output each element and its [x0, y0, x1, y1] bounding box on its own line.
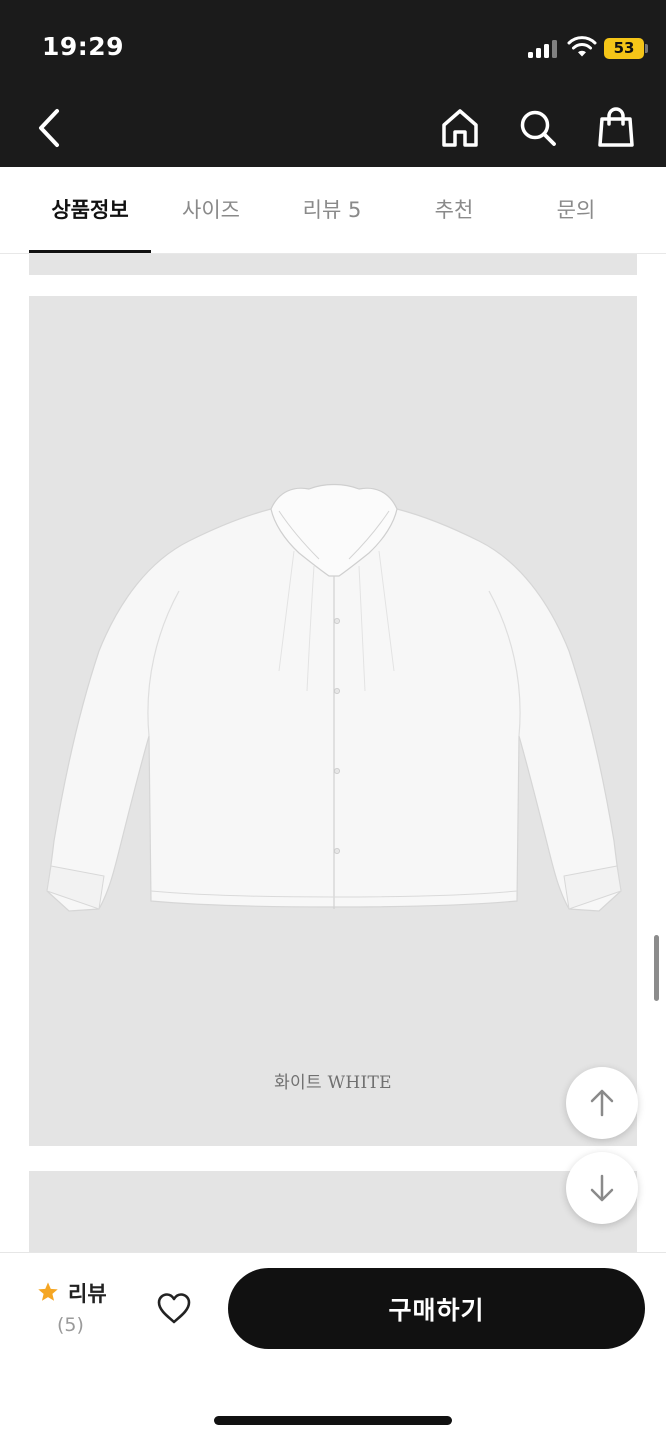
- white-blouse-image: [46, 483, 622, 912]
- tab-reviews[interactable]: 리뷰 5: [271, 167, 393, 254]
- arrow-down-icon: [590, 1174, 614, 1202]
- scrollbar[interactable]: [654, 935, 659, 1001]
- battery-level: 53: [613, 39, 635, 57]
- status-time: 19:29: [42, 32, 125, 61]
- back-button[interactable]: [24, 103, 74, 153]
- battery-cap: [645, 44, 648, 53]
- review-summary-label[interactable]: 리뷰: [68, 1278, 107, 1308]
- chevron-left-icon: [39, 109, 59, 147]
- active-tab-indicator: [29, 250, 151, 253]
- home-button[interactable]: [435, 103, 485, 153]
- review-count[interactable]: (5): [57, 1314, 84, 1336]
- arrow-up-icon: [590, 1089, 614, 1117]
- scroll-bottom-button[interactable]: [566, 1152, 638, 1224]
- home-indicator: [214, 1416, 452, 1425]
- cart-button[interactable]: [591, 102, 641, 152]
- tab-recommend[interactable]: 추천: [393, 167, 515, 254]
- heart-outline-icon: [157, 1293, 191, 1324]
- signal-icon: [528, 40, 560, 58]
- buy-button[interactable]: 구매하기: [228, 1268, 645, 1349]
- top-bar: 19:29 53: [0, 0, 666, 167]
- tab-inquiry[interactable]: 문의: [515, 167, 637, 254]
- image-caption: 화이트 WHITE: [274, 1073, 392, 1093]
- product-tabs: 상품정보 사이즈 리뷰 5 추천 문의: [0, 167, 666, 254]
- battery-indicator: 53: [604, 38, 644, 59]
- tab-product-info[interactable]: 상품정보: [29, 167, 151, 254]
- home-icon: [442, 109, 478, 147]
- star-icon: [38, 1282, 58, 1301]
- wishlist-button[interactable]: [150, 1284, 198, 1332]
- next-product-image: [29, 1171, 637, 1256]
- previous-product-image: [29, 254, 637, 275]
- scroll-top-button[interactable]: [566, 1067, 638, 1139]
- search-icon: [520, 110, 556, 146]
- shopping-bag-icon: [598, 107, 634, 147]
- tab-size[interactable]: 사이즈: [151, 167, 271, 254]
- product-image: 화이트 WHITE: [29, 296, 637, 1146]
- search-button[interactable]: [513, 103, 563, 153]
- wifi-icon: [567, 36, 597, 57]
